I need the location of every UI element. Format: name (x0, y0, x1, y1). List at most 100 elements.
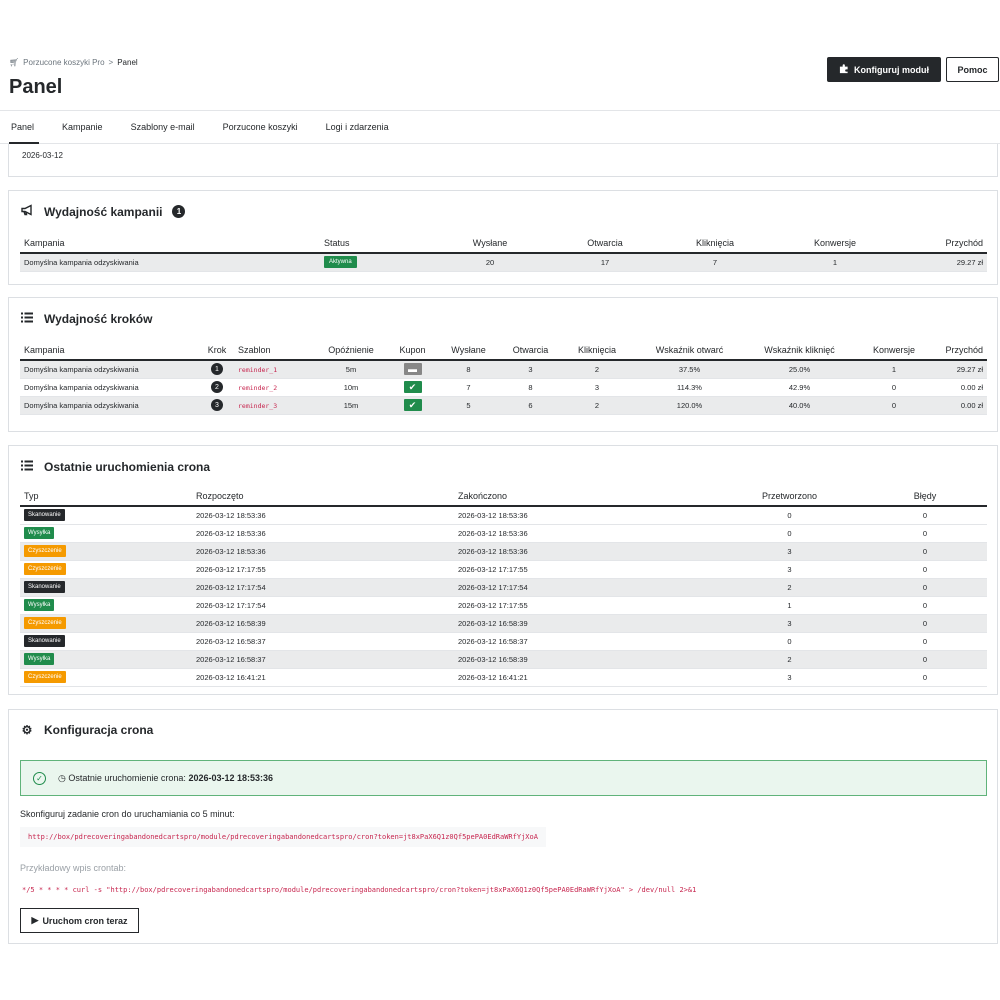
tab-logs-events[interactable]: Logi i zdarzenia (312, 111, 403, 144)
step-performance-card: Wydajność kroków Kampania Krok Szablon O… (8, 297, 998, 432)
col-type[interactable]: Typ (20, 486, 192, 507)
col-conversions[interactable]: Konwersje (770, 233, 900, 254)
help-button[interactable]: Pomoc (946, 57, 999, 82)
col-conversions[interactable]: Konwersje (855, 340, 933, 361)
col-started[interactable]: Rozpoczęto (192, 486, 454, 507)
errors-value: 0 (863, 578, 987, 597)
started-value: 2026-03-12 16:58:37 (192, 650, 454, 669)
tab-abandoned-carts[interactable]: Porzucone koszyki (209, 111, 312, 144)
crontab-line[interactable]: */5 * * * * curl -s "http://box/pdrecove… (20, 880, 704, 900)
delay-value: 15m (312, 396, 390, 415)
campaign-name: Domyślna kampania odzyskiwania (20, 360, 200, 379)
click-rate-value: 40.0% (744, 396, 855, 415)
template-name[interactable]: reminder_3 (238, 402, 277, 410)
col-delay[interactable]: Opóźnienie (312, 340, 390, 361)
finished-value: 2026-03-12 16:58:39 (454, 650, 716, 669)
sent-value: 20 (430, 253, 550, 272)
cron-runs-title: Ostatnie uruchomienia crona (44, 460, 211, 474)
tab-panel[interactable]: Panel (0, 111, 48, 144)
open-rate-value: 120.0% (635, 396, 744, 415)
col-campaign[interactable]: Kampania (20, 340, 200, 361)
table-row: Domyślna kampania odzyskiwania Aktywna 2… (20, 253, 987, 272)
col-click-rate[interactable]: Wskaźnik kliknięć (744, 340, 855, 361)
started-value: 2026-03-12 18:53:36 (192, 542, 454, 561)
processed-value: 1 (716, 596, 863, 615)
run-type-badge: Skanowanie (24, 581, 65, 593)
tab-email-templates[interactable]: Szablony e-mail (117, 111, 209, 144)
run-type-badge: Skanowanie (24, 509, 65, 522)
col-opens[interactable]: Otwarcia (550, 233, 660, 254)
table-row: Czyszczenie 2026-03-12 18:53:36 2026-03-12… (20, 542, 987, 561)
step-performance-table: Kampania Krok Szablon Opóźnienie Kupon W… (20, 340, 987, 415)
table-row: Domyślna kampania odzyskiwania 2 reminder_… (20, 378, 987, 397)
errors-value: 0 (863, 668, 987, 687)
processed-value: 3 (716, 542, 863, 561)
run-type-badge: Wysyłka (24, 599, 55, 611)
col-finished[interactable]: Zakończono (454, 486, 716, 507)
revenue-value: 0.00 zł (933, 378, 987, 397)
coupon-minus-icon: ▬ (403, 363, 422, 376)
revenue-value: 29.27 zł (900, 253, 987, 272)
campaign-count-badge: 1 (172, 205, 186, 218)
last-run-alert: ✓ ◷ Ostatnie uruchomienie crona: 2026-03… (20, 760, 987, 796)
errors-value: 0 (863, 596, 987, 615)
delay-value: 5m (312, 360, 390, 379)
campaign-name: Domyślna kampania odzyskiwania (20, 396, 200, 415)
configure-module-button[interactable]: Konfiguruj moduł (827, 57, 941, 82)
finished-value: 2026-03-12 18:53:36 (454, 506, 716, 525)
click-rate-value: 25.0% (744, 360, 855, 379)
run-cron-label: Uruchom cron teraz (42, 915, 128, 926)
opens-value: 3 (502, 360, 559, 379)
summary-date: 2026-03-12 (22, 151, 63, 160)
step-performance-header: Wydajność kroków (20, 312, 152, 326)
processed-value: 3 (716, 560, 863, 579)
col-coupon[interactable]: Kupon (390, 340, 435, 361)
errors-value: 0 (863, 614, 987, 633)
template-name[interactable]: reminder_2 (238, 384, 277, 392)
finished-value: 2026-03-12 18:53:36 (454, 524, 716, 543)
col-campaign[interactable]: Kampania (20, 233, 320, 254)
clicks-value: 3 (559, 378, 635, 397)
breadcrumb-separator: > (108, 58, 114, 67)
last-run-value: 2026-03-12 18:53:36 (188, 772, 274, 783)
open-rate-value: 114.3% (635, 378, 744, 397)
col-clicks[interactable]: Kliknięcia (660, 233, 770, 254)
col-template[interactable]: Szablon (234, 340, 312, 361)
breadcrumb-current: Panel (117, 58, 138, 67)
col-step[interactable]: Krok (200, 340, 234, 361)
table-row: Skanowanie 2026-03-12 16:58:37 2026-03-12 … (20, 632, 987, 651)
col-status[interactable]: Status (320, 233, 430, 254)
col-errors[interactable]: Błędy (863, 486, 987, 507)
col-revenue[interactable]: Przychód (933, 340, 987, 361)
started-value: 2026-03-12 18:53:36 (192, 524, 454, 543)
run-type-badge: Czyszczenie (24, 545, 66, 557)
tab-campaigns[interactable]: Kampanie (48, 111, 117, 144)
template-name[interactable]: reminder_1 (238, 366, 277, 374)
started-value: 2026-03-12 16:41:21 (192, 668, 454, 687)
col-clicks[interactable]: Kliknięcia (559, 340, 635, 361)
megaphone-icon (20, 204, 34, 219)
table-row: Domyślna kampania odzyskiwania 1 reminder_… (20, 360, 987, 379)
table-row: Wysyłka 2026-03-12 18:53:36 2026-03-12 18:… (20, 524, 987, 543)
table-row: Wysyłka 2026-03-12 16:58:37 2026-03-12 16:… (20, 650, 987, 669)
list-icon (20, 460, 34, 474)
col-revenue[interactable]: Przychód (900, 233, 987, 254)
conversions-value: 1 (855, 360, 933, 379)
open-rate-value: 37.5% (635, 360, 744, 379)
col-open-rate[interactable]: Wskaźnik otwarć (635, 340, 744, 361)
col-sent[interactable]: Wysłane (435, 340, 502, 361)
finished-value: 2026-03-12 17:17:55 (454, 596, 716, 615)
breadcrumb-parent[interactable]: Porzucone koszyki Pro (23, 58, 104, 67)
col-sent[interactable]: Wysłane (430, 233, 550, 254)
col-processed[interactable]: Przetworzono (716, 486, 863, 507)
started-value: 2026-03-12 17:17:55 (192, 560, 454, 579)
col-opens[interactable]: Otwarcia (502, 340, 559, 361)
campaign-performance-table: Kampania Status Wysłane Otwarcia Kliknię… (20, 233, 987, 272)
errors-value: 0 (863, 506, 987, 525)
cron-url[interactable]: http://box/pdrecoveringabandonedcartspro… (20, 827, 546, 847)
cron-runs-card: Ostatnie uruchomienia crona Typ Rozpoczę… (8, 445, 998, 695)
run-cron-button[interactable]: ▶ Uruchom cron teraz (20, 908, 139, 933)
run-type-badge: Czyszczenie (24, 617, 66, 629)
processed-value: 2 (716, 650, 863, 669)
started-value: 2026-03-12 16:58:37 (192, 632, 454, 651)
